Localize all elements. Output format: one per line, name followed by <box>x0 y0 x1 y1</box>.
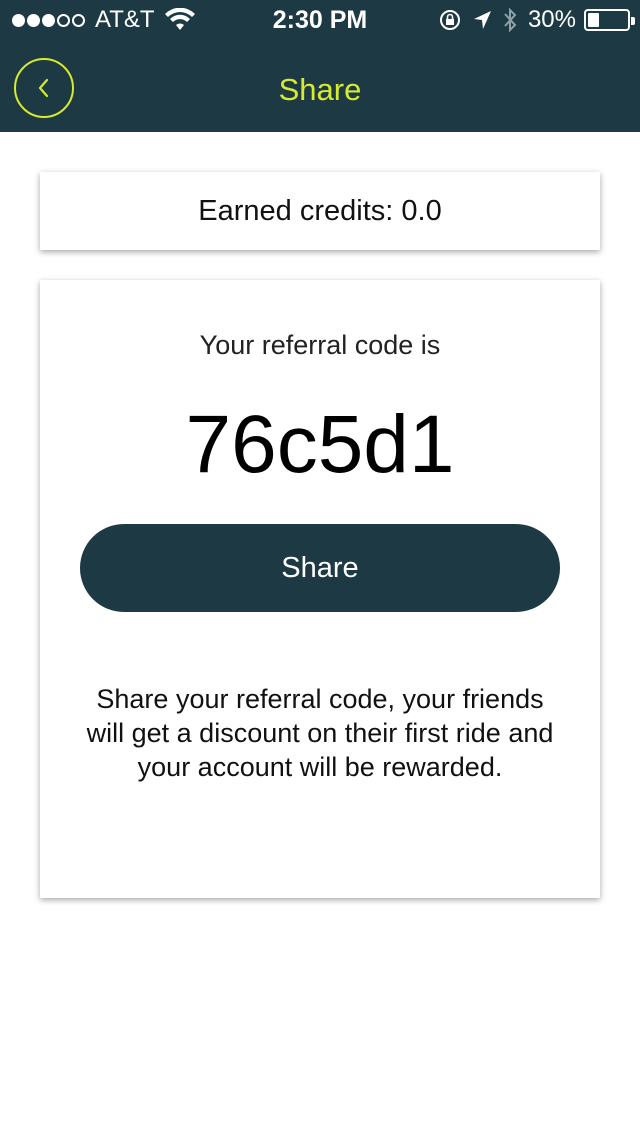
orientation-lock-icon <box>439 10 460 30</box>
referral-card: Your referral code is 76c5d1 Share Share… <box>40 280 600 898</box>
referral-description: Share your referral code, your friends w… <box>86 684 554 782</box>
location-arrow-icon <box>473 11 491 29</box>
earned-credits-label: Earned credits: 0.0 <box>198 194 442 227</box>
page-title: Share <box>278 72 362 107</box>
credits-card: Earned credits: 0.0 <box>40 172 600 250</box>
status-bar: AT&T 2:30 PM 30% <box>0 0 640 40</box>
battery-percent: 30% <box>527 6 576 33</box>
bluetooth-icon <box>504 7 517 33</box>
top-bar: AT&T 2:30 PM 30% Share <box>0 0 640 132</box>
battery-icon <box>584 9 635 31</box>
referral-code-label: Your referral code is <box>199 330 441 360</box>
referral-code: 76c5d1 <box>185 399 455 490</box>
share-button[interactable]: Share <box>80 524 560 612</box>
battery-tip <box>631 17 635 25</box>
battery-level <box>588 13 599 27</box>
status-right: 30% <box>438 6 635 34</box>
